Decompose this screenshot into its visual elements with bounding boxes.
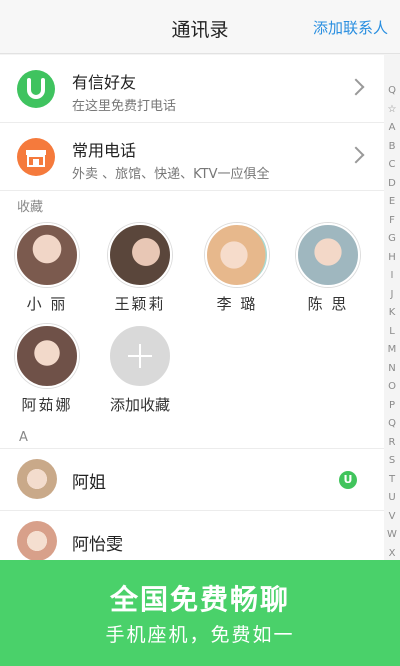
index-letter[interactable]: E — [384, 193, 400, 212]
avatar — [205, 223, 269, 287]
service-name: 常用电话 — [72, 141, 137, 160]
service-row-common-numbers[interactable]: 常用电话 外卖 、旅馆、快递、KTV一应俱全 — [0, 123, 384, 191]
index-letter[interactable]: L — [384, 323, 400, 342]
favorite-name: 王颖莉 — [114, 295, 166, 313]
service-row-youxin-friends[interactable]: 有信好友 在这里免费打电话 — [0, 55, 384, 123]
favorite-contact[interactable]: 李 璐 — [197, 223, 277, 314]
chevron-right-icon — [347, 78, 365, 96]
index-letter[interactable]: F — [384, 212, 400, 231]
service-name: 有信好友 — [72, 73, 137, 92]
index-letter[interactable]: D — [384, 175, 400, 194]
index-letter[interactable]: B — [384, 138, 400, 157]
promo-banner[interactable]: 全国免费畅聊 手机座机，免费如一 — [0, 560, 400, 666]
avatar — [17, 521, 57, 561]
group-letter-header: A — [19, 430, 28, 445]
promo-subline: 手机座机，免费如一 — [105, 624, 295, 646]
avatar — [108, 223, 172, 287]
index-letter[interactable]: I — [384, 267, 400, 286]
index-letter[interactable]: W — [384, 526, 400, 545]
youxin-logo-icon — [17, 70, 55, 108]
add-contact-button[interactable]: 添加联系人 — [313, 17, 388, 38]
plus-icon — [108, 324, 172, 388]
index-letter[interactable]: G — [384, 230, 400, 249]
index-letter[interactable]: Q — [384, 415, 400, 434]
favorite-contact[interactable]: 阿茹娜 — [7, 324, 87, 415]
index-letter[interactable]: C — [384, 156, 400, 175]
index-letter[interactable]: M — [384, 341, 400, 360]
favorite-contact[interactable]: 小 丽 — [7, 223, 87, 314]
chevron-right-icon — [347, 146, 365, 164]
contact-name: 阿姐 — [72, 473, 106, 493]
index-letter[interactable]: S — [384, 452, 400, 471]
index-letter[interactable]: P — [384, 397, 400, 416]
contacts-list[interactable]: 有信好友 在这里免费打电话 常用电话 外卖 、旅馆、快递、KTV一应俱全 收藏 … — [0, 55, 384, 634]
index-letter[interactable]: ☆ — [384, 101, 400, 120]
index-letter[interactable]: U — [384, 489, 400, 508]
index-letter[interactable]: O — [384, 378, 400, 397]
contact-row[interactable]: 阿姐 U — [0, 448, 384, 510]
index-letter[interactable]: T — [384, 471, 400, 490]
youxin-badge-icon: U — [339, 471, 357, 489]
favorite-name: 阿茹娜 — [21, 396, 73, 414]
favorite-name: 小 丽 — [26, 295, 68, 313]
index-letter[interactable]: R — [384, 434, 400, 453]
service-desc: 外卖 、旅馆、快递、KTV一应俱全 — [72, 167, 270, 182]
avatar — [15, 324, 79, 388]
service-desc: 在这里免费打电话 — [72, 99, 177, 114]
index-letter[interactable]: Q — [384, 82, 400, 101]
add-favorite-button[interactable]: 添加收藏 — [100, 324, 180, 415]
promo-headline: 全国免费畅聊 — [109, 583, 290, 616]
index-letter[interactable]: N — [384, 360, 400, 379]
avatar — [15, 223, 79, 287]
index-letter[interactable]: H — [384, 249, 400, 268]
add-favorite-label: 添加收藏 — [109, 396, 170, 414]
avatar — [296, 223, 360, 287]
favorite-contact[interactable]: 王颖莉 — [100, 223, 180, 314]
favorite-contact[interactable]: 陈 思 — [288, 223, 368, 314]
index-letter[interactable]: A — [384, 119, 400, 138]
favorite-name: 李 璐 — [216, 295, 258, 313]
contact-name: 阿怡雯 — [72, 535, 123, 555]
index-letter[interactable]: K — [384, 304, 400, 323]
favorite-name: 陈 思 — [307, 295, 349, 313]
storefront-icon — [17, 138, 55, 176]
alphabet-index-bar[interactable]: Q☆ABCDEFGHIJKLMNOPQRSTUVWXYZ# — [384, 82, 400, 614]
avatar — [17, 459, 57, 499]
index-letter[interactable]: V — [384, 508, 400, 527]
top-bar: 通讯录 添加联系人 — [0, 0, 400, 54]
favorites-section-label: 收藏 — [17, 200, 44, 215]
index-letter[interactable]: J — [384, 286, 400, 305]
